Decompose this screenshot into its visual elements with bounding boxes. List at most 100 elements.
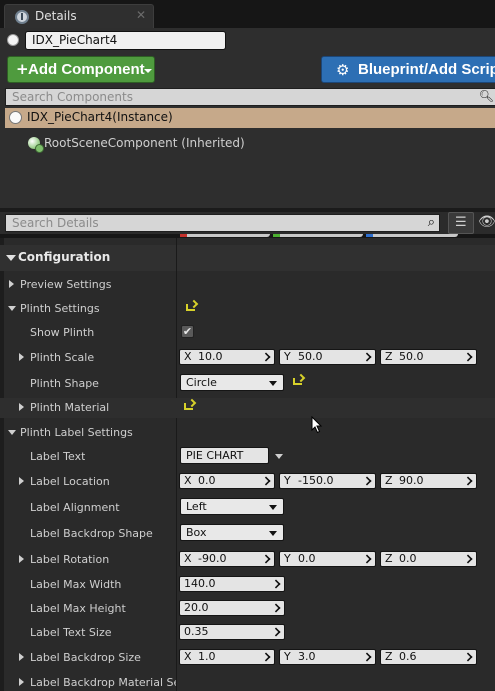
plinth-scale-z-field[interactable]: Z 50.0 <box>380 349 477 365</box>
chevron-down-icon <box>144 69 152 73</box>
gear-icon: ⚙ <box>336 61 350 79</box>
group-preview-settings[interactable]: Preview Settings <box>0 275 495 295</box>
group-plinth-settings[interactable]: Plinth Settings <box>0 299 495 319</box>
cropped-widget <box>180 234 270 237</box>
add-component-button[interactable]: + Add Component <box>7 56 155 83</box>
drag-handle-icon[interactable] <box>261 352 271 362</box>
collapse-arrow-icon <box>19 403 24 411</box>
tab-label: Details <box>35 9 77 23</box>
show-plinth-checkbox[interactable]: ✔ <box>181 325 194 338</box>
drag-handle-icon[interactable] <box>362 476 372 486</box>
label-rotation-label: Label Rotation <box>30 553 110 566</box>
label-backdrop-material-label: Label Backdrop Material Setti <box>30 676 176 689</box>
plus-icon: + <box>16 60 29 78</box>
plinth-scale-y-field[interactable]: Y 50.0 <box>279 349 376 365</box>
drag-handle-icon[interactable] <box>271 579 281 589</box>
close-icon[interactable]: ✕ <box>136 8 146 22</box>
label-location-y-field[interactable]: Y -150.0 <box>279 473 376 489</box>
label-text-size-label: Label Text Size <box>30 626 112 639</box>
label-location-label: Label Location <box>30 475 110 488</box>
actor-name-field[interactable]: IDX_PieChart4 <box>25 31 226 50</box>
collapse-arrow-icon <box>19 678 24 686</box>
reset-to-default-icon[interactable] <box>184 403 193 410</box>
category-configuration[interactable]: Configuration <box>0 245 495 271</box>
drag-handle-icon[interactable] <box>362 652 372 662</box>
collapse-arrow-icon <box>19 555 24 563</box>
plinth-scale-label: Plinth Scale <box>30 351 95 364</box>
label-max-width-label: Label Max Width <box>30 578 122 591</box>
chevron-down-icon <box>269 505 277 510</box>
plinth-shape-dropdown[interactable]: Circle <box>180 374 284 391</box>
chevron-down-icon <box>269 531 277 536</box>
collapse-arrow-icon <box>19 653 24 661</box>
label-backdrop-size-label: Label Backdrop Size <box>30 651 141 664</box>
drag-handle-icon[interactable] <box>463 554 473 564</box>
actor-sphere-icon <box>9 111 22 124</box>
chevron-down-icon <box>269 381 277 386</box>
label-text-input[interactable]: PIE CHART <box>180 447 269 464</box>
label-location-x-field[interactable]: X 0.0 <box>179 473 275 489</box>
drag-handle-icon[interactable] <box>362 554 372 564</box>
drag-handle-icon[interactable] <box>261 476 271 486</box>
actor-icon <box>7 34 19 46</box>
plinth-label-settings-label: Plinth Label Settings <box>20 426 133 439</box>
property-show-plinth: Show Plinth <box>0 323 495 343</box>
label-location-z-field[interactable]: Z 90.0 <box>380 473 477 489</box>
scene-component-icon <box>28 137 44 153</box>
blueprint-label: Blueprint/Add Script <box>358 61 495 78</box>
blueprint-add-script-button[interactable]: ⚙ Blueprint/Add Script <box>321 56 495 83</box>
property-label-backdrop-material[interactable]: Label Backdrop Material Setti <box>0 673 495 691</box>
search-details-placeholder: Search Details <box>12 216 99 230</box>
property-plinth-material: Plinth Material <box>0 398 495 418</box>
collapse-arrow-icon <box>19 353 24 361</box>
label-alignment-dropdown[interactable]: Left <box>180 498 284 515</box>
label-backdrop-shape-dropdown[interactable]: Box <box>180 524 284 541</box>
plinth-settings-label: Plinth Settings <box>20 302 100 315</box>
drag-handle-icon[interactable] <box>271 603 281 613</box>
category-label: Configuration <box>18 250 111 264</box>
search-details-input[interactable]: Search Details ⌕ <box>5 214 440 232</box>
collapse-arrow-icon <box>9 280 14 288</box>
group-plinth-label-settings[interactable]: Plinth Label Settings <box>0 423 495 443</box>
search-icon: 🔍︎ <box>478 89 494 103</box>
expand-arrow-icon <box>8 430 16 435</box>
search-components-input[interactable]: Search Components 🔍︎ <box>5 88 495 106</box>
drag-handle-icon[interactable] <box>261 652 271 662</box>
search-icon: ⌕ <box>427 215 435 230</box>
drag-handle-icon[interactable] <box>362 352 372 362</box>
drag-handle-icon[interactable] <box>463 652 473 662</box>
add-component-label: Add Component <box>28 61 145 78</box>
component-instance-label: IDX_PieChart4(Instance) <box>27 110 173 124</box>
label-backdrop-shape-label: Label Backdrop Shape <box>30 527 153 540</box>
drag-handle-icon[interactable] <box>463 352 473 362</box>
plinth-scale-x-field[interactable]: X 10.0 <box>179 349 275 365</box>
label-max-width-field[interactable]: 140.0 <box>179 576 285 592</box>
expand-arrow-icon <box>6 255 16 261</box>
eye-icon[interactable]: 👁︎ <box>478 214 495 230</box>
component-instance-row[interactable]: IDX_PieChart4(Instance) <box>5 108 495 128</box>
drag-handle-icon[interactable] <box>271 627 281 637</box>
label-text-size-field[interactable]: 0.35 <box>179 624 285 640</box>
label-backdrop-size-y-field[interactable]: Y 3.0 <box>279 649 376 665</box>
reset-to-default-icon[interactable] <box>186 304 195 311</box>
label-backdrop-size-x-field[interactable]: X 1.0 <box>179 649 275 665</box>
expand-arrow-icon <box>8 306 16 311</box>
drag-handle-icon[interactable] <box>463 476 473 486</box>
info-icon <box>15 10 29 24</box>
label-text-label: Label Text <box>30 450 86 463</box>
label-max-height-field[interactable]: 20.0 <box>179 600 285 616</box>
label-rotation-x-field[interactable]: X -90.0 <box>179 551 275 567</box>
label-rotation-z-field[interactable]: Z 0.0 <box>380 551 477 567</box>
drag-handle-icon[interactable] <box>261 554 271 564</box>
cropped-widget <box>366 234 458 237</box>
preview-settings-label: Preview Settings <box>20 278 112 291</box>
collapse-arrow-icon <box>19 477 24 485</box>
show-plinth-label: Show Plinth <box>30 326 95 339</box>
root-scene-component-label: RootSceneComponent (Inherited) <box>44 136 245 150</box>
chevron-down-icon[interactable] <box>275 454 283 459</box>
view-options-button[interactable] <box>448 212 474 234</box>
tab-details[interactable]: Details ✕ <box>4 4 154 28</box>
label-backdrop-size-z-field[interactable]: Z 0.6 <box>380 649 477 665</box>
reset-to-default-icon[interactable] <box>293 378 302 385</box>
label-rotation-y-field[interactable]: Y 0.0 <box>279 551 376 567</box>
